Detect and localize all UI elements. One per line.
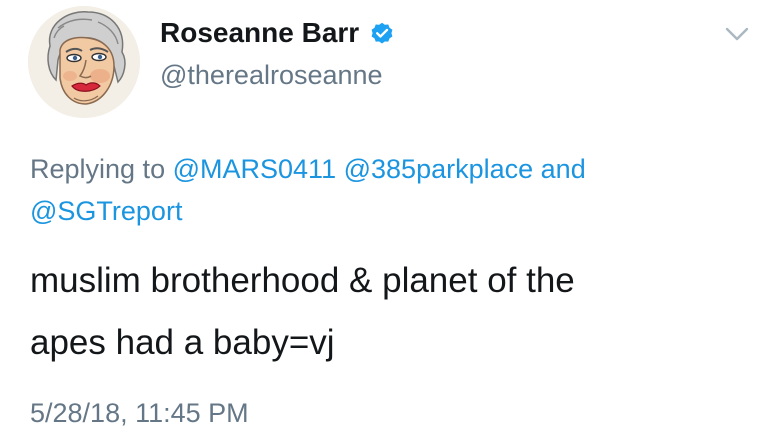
reply-context: Replying to @MARS0411 @385parkplace and … bbox=[30, 148, 750, 232]
reply-conjunction: and bbox=[540, 154, 586, 184]
mention-link[interactable]: @MARS0411 bbox=[173, 154, 336, 184]
mention-link[interactable]: @385parkplace bbox=[344, 154, 534, 184]
reply-prefix: Replying to bbox=[30, 154, 166, 184]
avatar[interactable] bbox=[28, 6, 140, 118]
mention-link[interactable]: @SGTreport bbox=[30, 196, 182, 226]
tweet-text-line: apes had a baby=vj bbox=[30, 323, 335, 362]
timestamp[interactable]: 5/28/18, 11:45 PM bbox=[30, 396, 249, 430]
avatar-illustration-icon bbox=[28, 6, 140, 118]
chevron-down-icon[interactable] bbox=[722, 22, 752, 46]
display-name[interactable]: Roseanne Barr bbox=[160, 16, 359, 50]
tweet-card: Roseanne Barr @therealroseanne Replying … bbox=[0, 0, 768, 432]
author-handle[interactable]: @therealroseanne bbox=[160, 58, 383, 92]
tweet-text-line: muslim brotherhood & planet of the bbox=[30, 261, 575, 300]
verified-badge-icon bbox=[369, 20, 395, 46]
tweet-text: muslim brotherhood & planet of the apes … bbox=[30, 250, 750, 374]
author-name-row: Roseanne Barr bbox=[160, 16, 395, 50]
